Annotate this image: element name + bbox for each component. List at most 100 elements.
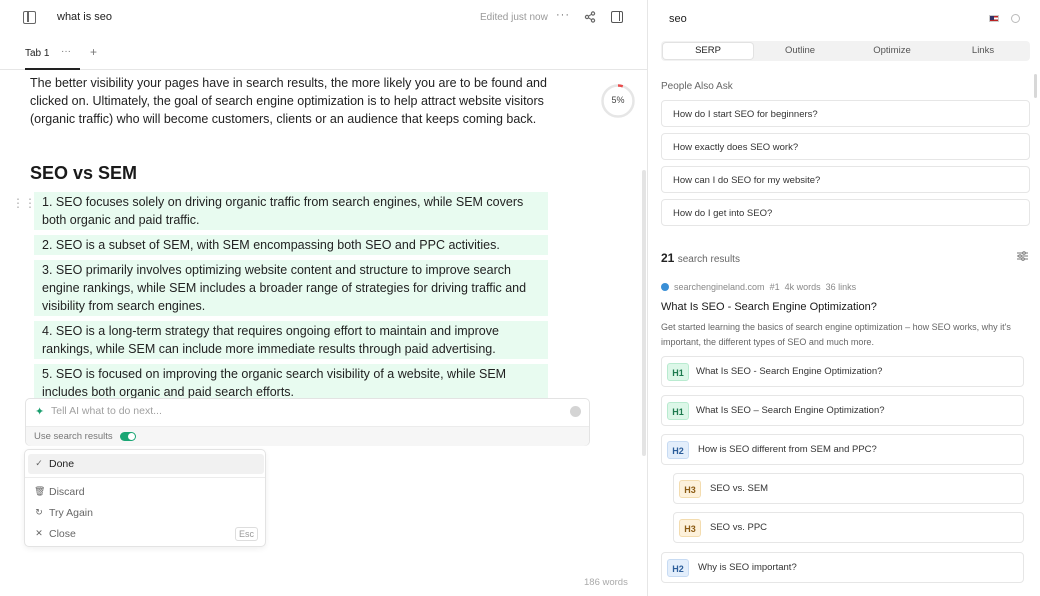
heading-level-badge: H1 <box>667 402 689 420</box>
add-tab-button[interactable]: + <box>90 45 97 59</box>
paa-item[interactable]: How exactly does SEO work? <box>661 133 1030 160</box>
heading-row[interactable]: H1 What Is SEO – Search Engine Optimizat… <box>661 395 1024 426</box>
trash-icon: 🗑 <box>34 486 46 496</box>
list-item[interactable]: 3. SEO primarily involves optimizing web… <box>34 260 548 316</box>
try-again-menu-item[interactable]: ↻ Try Again <box>28 503 264 523</box>
tab-more-icon[interactable]: ··· <box>61 46 71 57</box>
paa-item-text: How do I start SEO for beginners? <box>673 109 818 120</box>
keyword-bar <box>661 8 1028 32</box>
paa-item[interactable]: How can I do SEO for my website? <box>661 166 1030 193</box>
refresh-icon: ↻ <box>35 507 43 517</box>
filter-sliders-icon[interactable] <box>1017 251 1028 261</box>
heading-row[interactable]: H2 How is SEO different from SEM and PPC… <box>661 434 1024 465</box>
heading-row[interactable]: H2 Why is SEO important? <box>661 552 1024 583</box>
heading-row[interactable]: H1 What Is SEO - Search Engine Optimizat… <box>661 356 1024 387</box>
results-count-number: 21 <box>661 251 675 265</box>
tab-outline[interactable]: Outline <box>755 43 845 59</box>
done-label: Done <box>49 458 75 470</box>
settings-icon[interactable] <box>1011 14 1020 23</box>
us-flag-icon[interactable] <box>989 15 999 22</box>
heading-text: What Is SEO - Search Engine Optimization… <box>696 366 883 377</box>
result-domain[interactable]: searchengineland.com <box>674 282 765 292</box>
ai-input-row: ✦ <box>26 399 589 425</box>
editor-scrollbar[interactable] <box>642 170 646 456</box>
ai-prompt-box: ✦ Use search results <box>25 398 590 446</box>
results-count-suffix: search results <box>677 254 740 265</box>
sidebar-toggle-icon[interactable] <box>23 11 36 24</box>
tab-links[interactable]: Links <box>938 43 1028 59</box>
try-again-label: Try Again <box>49 507 93 519</box>
people-also-ask-title: People Also Ask <box>661 81 733 92</box>
sidebar-tabs: SERP Outline Optimize Links <box>661 41 1030 61</box>
send-icon[interactable] <box>570 406 581 417</box>
sidebar-scrollbar[interactable] <box>1034 74 1037 98</box>
heading-row[interactable]: H3 SEO vs. PPC <box>673 512 1024 543</box>
close-menu-item[interactable]: ✕ Close Esc <box>28 524 264 544</box>
menu-divider <box>25 477 265 478</box>
list-item[interactable]: 5. SEO is focused on improving the organ… <box>34 364 548 402</box>
intro-paragraph[interactable]: The better visibility your pages have in… <box>30 74 550 128</box>
result-link-count: 36 links <box>825 282 857 292</box>
close-label: Close <box>49 528 76 540</box>
section-heading[interactable]: SEO vs SEM <box>30 163 137 184</box>
app-window: what is seo Edited just now ··· Tab 1 ··… <box>0 0 1040 596</box>
heading-text: SEO vs. PPC <box>710 522 768 533</box>
ai-prompt-footer: Use search results <box>26 426 589 446</box>
content-score-label: 5% <box>611 95 625 105</box>
esc-shortcut-badge: Esc <box>234 527 258 541</box>
more-options-icon[interactable]: ··· <box>556 9 570 21</box>
ai-action-menu: ✓ Done 🗑 Discard ↻ Try Again ✕ Close Esc <box>24 449 266 547</box>
tab-1[interactable]: Tab 1 <box>25 48 49 59</box>
paa-item-text: How can I do SEO for my website? <box>673 175 821 186</box>
discard-menu-item[interactable]: 🗑 Discard <box>28 482 264 502</box>
ai-prompt-input[interactable] <box>51 405 551 417</box>
use-search-results-label: Use search results <box>34 431 113 442</box>
heading-text: How is SEO different from SEM and PPC? <box>698 444 877 455</box>
result-rank: #1 <box>769 282 780 292</box>
check-icon: ✓ <box>35 458 43 468</box>
paa-item[interactable]: How do I get into SEO? <box>661 199 1030 226</box>
edited-status: Edited just now <box>480 12 548 23</box>
seo-sidebar: SERP Outline Optimize Links People Also … <box>649 0 1040 596</box>
document-content: The better visibility your pages have in… <box>30 74 550 128</box>
search-results-count: 21 search results <box>661 251 740 265</box>
comparison-list: 1. SEO focuses solely on driving organic… <box>34 192 548 407</box>
sparkle-icon: ✦ <box>35 406 45 418</box>
use-search-results-toggle[interactable] <box>120 432 136 441</box>
discard-label: Discard <box>49 486 85 498</box>
result-description: Get started learning the basics of searc… <box>661 322 1011 347</box>
list-item[interactable]: 1. SEO focuses solely on driving organic… <box>34 192 548 230</box>
word-count: 186 words <box>584 577 628 588</box>
editor-topbar: what is seo Edited just now ··· <box>0 0 648 36</box>
done-menu-item[interactable]: ✓ Done <box>28 454 264 474</box>
keyword-input[interactable] <box>669 13 969 25</box>
result-meta-row: searchengineland.com #1 4k words 36 links <box>661 282 861 292</box>
heading-level-badge: H3 <box>679 480 701 498</box>
heading-level-badge: H3 <box>679 519 701 537</box>
list-item[interactable]: 4. SEO is a long-term strategy that requ… <box>34 321 548 359</box>
heading-text: SEO vs. SEM <box>710 483 769 494</box>
site-favicon-icon <box>661 283 669 291</box>
result-title[interactable]: What Is SEO - Search Engine Optimization… <box>661 301 877 313</box>
heading-level-badge: H1 <box>667 363 689 381</box>
heading-level-badge: H2 <box>667 559 689 577</box>
editor-pane: what is seo Edited just now ··· Tab 1 ··… <box>0 0 648 596</box>
result-word-count: 4k words <box>784 282 821 292</box>
paa-item-text: How exactly does SEO work? <box>673 142 799 153</box>
paa-item[interactable]: How do I start SEO for beginners? <box>661 100 1030 127</box>
tab-bar: Tab 1 ··· + <box>0 42 648 70</box>
toggle-panel-icon[interactable] <box>611 11 623 23</box>
paa-item-text: How do I get into SEO? <box>673 208 773 219</box>
tab-optimize[interactable]: Optimize <box>847 43 937 59</box>
list-item[interactable]: 2. SEO is a subset of SEM, with SEM enco… <box>34 235 548 255</box>
document-title[interactable]: what is seo <box>57 11 112 23</box>
heading-row[interactable]: H3 SEO vs. SEM <box>673 473 1024 504</box>
active-tab-indicator <box>25 68 80 70</box>
heading-text: Why is SEO important? <box>698 562 797 573</box>
heading-text: What Is SEO – Search Engine Optimization… <box>696 405 885 416</box>
tab-serp[interactable]: SERP <box>663 43 753 59</box>
share-icon[interactable] <box>584 11 596 23</box>
heading-level-badge: H2 <box>667 441 689 459</box>
close-icon: ✕ <box>35 528 43 538</box>
drag-handle-icon[interactable]: ⋮⋮ <box>12 196 36 210</box>
